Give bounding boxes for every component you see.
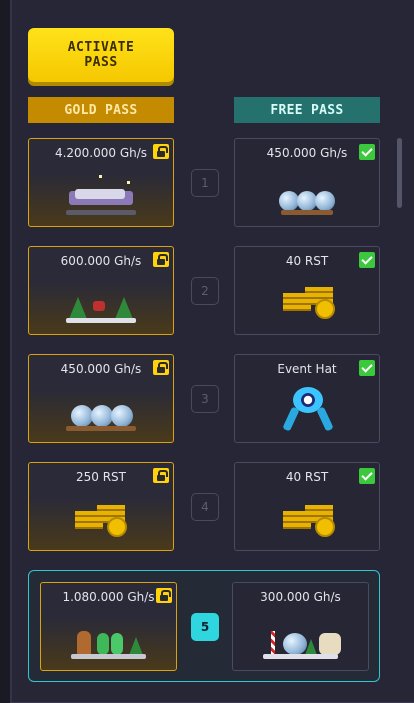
free-reward-card[interactable]: 300.000 Gh/s <box>232 582 369 671</box>
reward-value: 450.000 Gh/s <box>266 146 348 160</box>
level-badge: 2 <box>191 277 219 305</box>
free-reward-card[interactable]: 40 RST <box>234 462 380 551</box>
level-badge: 4 <box>191 493 219 521</box>
window-edge <box>0 0 10 703</box>
scrollbar-thumb[interactable] <box>397 138 402 208</box>
snowman-dog-miner-icon <box>233 611 368 665</box>
gold-pass-header: GOLD PASS <box>28 97 174 123</box>
level-badge: 1 <box>191 169 219 197</box>
reward-value: 250 RST <box>75 470 126 484</box>
checkmark-icon <box>359 360 375 376</box>
snow-globe-miner-icon <box>235 167 379 221</box>
rst-coins-icon <box>235 491 379 545</box>
checkmark-icon <box>359 252 375 268</box>
free-reward-card[interactable]: Event Hat <box>234 354 380 443</box>
event-hat-icon <box>235 383 379 437</box>
lock-icon <box>156 588 172 603</box>
lock-icon <box>153 468 169 483</box>
gold-reward-card[interactable]: 250 RST <box>28 462 174 551</box>
reward-value: 40 RST <box>285 254 329 268</box>
lock-icon <box>153 144 169 159</box>
rst-coins-icon <box>29 491 173 545</box>
level-badge-current: 5 <box>191 613 219 641</box>
gold-reward-card[interactable]: 4.200.000 Gh/s <box>28 138 174 227</box>
christmas-trees-miner-icon <box>29 275 173 329</box>
checkmark-icon <box>359 468 375 484</box>
gold-reward-card[interactable]: 450.000 Gh/s <box>28 354 174 443</box>
miner-rig-icon <box>29 167 173 221</box>
snow-globe-miner-icon <box>29 383 173 437</box>
lock-icon <box>153 360 169 375</box>
free-pass-header: FREE PASS <box>234 97 380 123</box>
reward-value: 40 RST <box>285 470 329 484</box>
gold-reward-card[interactable]: 600.000 Gh/s <box>28 246 174 335</box>
reward-value: 600.000 Gh/s <box>60 254 142 268</box>
lock-icon <box>153 252 169 267</box>
rst-coins-icon <box>235 275 379 329</box>
reward-value: 300.000 Gh/s <box>260 590 341 604</box>
reward-value: 450.000 Gh/s <box>60 362 142 376</box>
free-reward-card[interactable]: 450.000 Gh/s <box>234 138 380 227</box>
checkmark-icon <box>359 144 375 160</box>
gingerbread-miner-icon <box>41 611 176 665</box>
free-reward-card[interactable]: 40 RST <box>234 246 380 335</box>
reward-value: 4.200.000 Gh/s <box>54 146 148 160</box>
activate-pass-button[interactable]: ACTIVATE PASS <box>28 28 174 82</box>
level-badge: 3 <box>191 385 219 413</box>
gold-reward-card[interactable]: 1.080.000 Gh/s <box>40 582 177 671</box>
reward-value: Event Hat <box>277 362 337 376</box>
